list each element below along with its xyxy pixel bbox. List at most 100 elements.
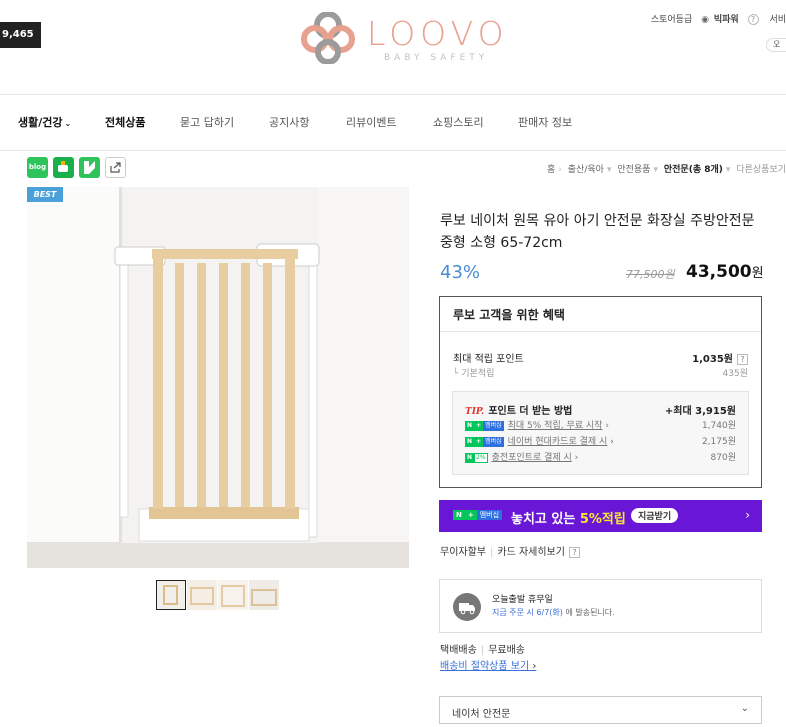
delivery-type: 택배배송 bbox=[440, 645, 477, 656]
badge-member: 멤버십 bbox=[476, 510, 503, 520]
shipping-rest: 에 발송된니다. bbox=[562, 608, 615, 617]
nav-item-review-event[interactable]: 리뷰이벤트 bbox=[346, 114, 397, 130]
naver-membership-badge: N + 멤버십 bbox=[465, 436, 504, 447]
loovo-logo-icon bbox=[301, 12, 355, 64]
store-grade-label: 스토어등급 bbox=[650, 15, 693, 25]
badge-plus: + bbox=[474, 420, 484, 431]
tip-row-charge[interactable]: N 2% 충전포인트로 결제 시 › 870원 bbox=[465, 450, 736, 463]
product-title: 루보 네이처 원목 유아 아기 안전문 화장실 주방안전문 중형 소형 65-7… bbox=[440, 213, 755, 251]
max-points-value: 1,035원 bbox=[692, 354, 733, 365]
promo-text-prefix: 놓치고 있는 bbox=[511, 512, 580, 527]
service-link[interactable]: 서비 bbox=[769, 15, 786, 25]
tip-header: TIP. 포인트 더 받는 방법 bbox=[465, 402, 572, 417]
help-icon[interactable]: ? bbox=[568, 547, 580, 558]
divider bbox=[0, 150, 786, 151]
promo-get-button[interactable]: 지금받기 bbox=[631, 508, 679, 523]
naver-membership-badge: N + 멤버십 bbox=[453, 510, 503, 520]
card-detail-link[interactable]: 카드 자세히보기 bbox=[497, 547, 565, 558]
original-price: 77,500원 bbox=[626, 268, 675, 281]
badge-n: N bbox=[465, 436, 475, 447]
tip-max-value: +최대 3,915원 bbox=[664, 406, 736, 417]
option-select[interactable]: 네이처 안전문 ⌄ bbox=[439, 696, 762, 724]
badge-member: 멤버십 bbox=[483, 420, 504, 431]
nav-item-shopping-story[interactable]: 쇼핑스토리 bbox=[433, 114, 484, 130]
tip-value: 2,175원 bbox=[701, 437, 736, 447]
badge-pct: 2% bbox=[474, 452, 488, 463]
tip-link[interactable]: 충전포인트로 결제 시 bbox=[492, 453, 572, 463]
nav-item-notice[interactable]: 공지사항 bbox=[269, 114, 309, 130]
shipping-title: 오늘출발 휴무일 bbox=[492, 595, 553, 605]
tip-tag: TIP. bbox=[465, 407, 485, 417]
count-badge: 9,465 bbox=[0, 22, 41, 48]
help-icon[interactable]: ? bbox=[737, 354, 748, 365]
max-points-label: 최대 적립 포인트 bbox=[453, 354, 524, 365]
interest-free-link[interactable]: 무이자할부 bbox=[440, 547, 486, 558]
tip-title: 포인트 더 받는 방법 bbox=[488, 406, 573, 417]
badge-n: N bbox=[453, 510, 465, 520]
naver-pay-badge: N 2% bbox=[465, 452, 488, 463]
breadcrumb-more-link[interactable]: 다른상품보기 bbox=[736, 165, 786, 175]
basic-points-label-text: 기본적립 bbox=[461, 369, 495, 379]
tip-link[interactable]: 최대 5% 적립, 무료 시작 bbox=[508, 421, 603, 431]
tip-row-card[interactable]: N + 멤버십 네이버 현대카드로 결제 시 › 2,175원 bbox=[465, 434, 736, 447]
chevron-down-icon: ⌄ bbox=[64, 119, 72, 128]
help-icon[interactable]: ? bbox=[747, 14, 759, 25]
max-points-value-group: 1,035원? bbox=[692, 350, 748, 365]
breadcrumb-item[interactable]: 홈 bbox=[547, 165, 555, 175]
chevron-right-icon: › bbox=[745, 508, 750, 522]
thumbnail-1[interactable] bbox=[156, 580, 186, 610]
truck-icon bbox=[453, 593, 481, 621]
store-logo[interactable]: LOOVO BABY SAFETY bbox=[300, 10, 530, 66]
header-toggle-button[interactable]: 오 bbox=[766, 38, 786, 52]
basic-points-label: └ 기본적립 bbox=[453, 369, 495, 379]
benefit-box: 루보 고객을 위한 혜택 최대 적립 포인트 1,035원? └ 기본적립 43… bbox=[439, 296, 762, 488]
product-main-image[interactable] bbox=[27, 187, 409, 568]
tip-link[interactable]: 네이버 현대카드로 결제 시 bbox=[508, 437, 608, 447]
sale-price-unit: 원 bbox=[751, 266, 764, 281]
divider bbox=[440, 331, 761, 332]
talk-share-icon[interactable] bbox=[79, 157, 100, 178]
breadcrumb-item[interactable]: 안전용품 bbox=[617, 165, 650, 175]
shipping-save-link[interactable]: 배송비 절약상품 보기 › bbox=[440, 657, 536, 672]
url-share-icon[interactable] bbox=[105, 157, 126, 178]
category-nav: 생활/건강 ⌄ 전체상품 묻고 답하기 공지사항 리뷰이벤트 쇼핑스토리 판매자 … bbox=[0, 114, 786, 132]
chevron-down-icon: ⌄ bbox=[740, 703, 749, 714]
delivery-info: 택배배송 | 무료배송 bbox=[440, 645, 525, 656]
tip-value: 870원 bbox=[710, 453, 736, 463]
thumbnail-3[interactable] bbox=[218, 580, 248, 610]
membership-promo-banner[interactable]: N + 멤버십 놓치고 있는 5%적립 지금받기 › bbox=[439, 500, 762, 532]
shipping-date: 지금 주문 시 6/7(화) bbox=[492, 608, 563, 617]
blog-share-icon[interactable]: blog bbox=[27, 157, 48, 178]
nav-item-all-products[interactable]: 전체상품 bbox=[105, 114, 145, 130]
badge-member: 멤버십 bbox=[483, 436, 504, 447]
breadcrumb: 홈 › 출산/육아 ▾ 안전용품 ▾ 안전문(총 8개) ▾ 다른상품보기 bbox=[547, 165, 786, 175]
breadcrumb-item[interactable]: 안전문(총 8개) bbox=[664, 165, 723, 175]
store-grade-area: 스토어등급 ◉ 빅파워 ? 서비 bbox=[645, 12, 786, 25]
chevron-right-icon: › bbox=[532, 661, 537, 672]
thumbnail-4[interactable] bbox=[249, 580, 279, 610]
nav-item-qna[interactable]: 묻고 답하기 bbox=[180, 114, 234, 130]
nav-item-seller-info[interactable]: 판매자 정보 bbox=[518, 114, 572, 130]
logo-wordmark: LOOVO bbox=[367, 14, 509, 53]
benefit-title: 루보 고객을 위한 혜택 bbox=[453, 308, 565, 322]
nav-item-label: 생활/건강 bbox=[18, 116, 63, 129]
breadcrumb-item[interactable]: 출산/육아 bbox=[568, 165, 604, 175]
promo-text-highlight: 5%적립 bbox=[579, 512, 626, 527]
nav-item-category[interactable]: 생활/건강 ⌄ bbox=[18, 114, 71, 130]
badge-n: N bbox=[465, 452, 475, 463]
best-badge: BEST bbox=[27, 187, 63, 202]
sale-price-number: 43,500 bbox=[686, 262, 752, 282]
discount-rate: 43% bbox=[440, 262, 481, 283]
thumbnail-2[interactable] bbox=[187, 580, 217, 610]
tip-row-membership[interactable]: N + 멤버십 최대 5% 적립, 무료 시작 › 1,740원 bbox=[465, 418, 736, 431]
divider bbox=[0, 94, 786, 95]
shipping-save-link-text: 배송비 절약상품 보기 bbox=[440, 661, 530, 672]
cafe-share-icon[interactable] bbox=[53, 157, 74, 178]
tip-box: TIP. 포인트 더 받는 방법 +최대 3,915원 N + 멤버십 최대 5% 적립… bbox=[452, 391, 749, 475]
payment-links: 무이자할부 | 카드 자세히보기? bbox=[440, 543, 580, 558]
delivery-fee: 무료배송 bbox=[488, 645, 525, 656]
option-selected-value: 네이처 안전문 bbox=[452, 709, 511, 720]
power-seller-icon: ◉ bbox=[701, 15, 709, 25]
badge-n: N bbox=[465, 420, 475, 431]
tip-value: 1,740원 bbox=[701, 421, 736, 431]
